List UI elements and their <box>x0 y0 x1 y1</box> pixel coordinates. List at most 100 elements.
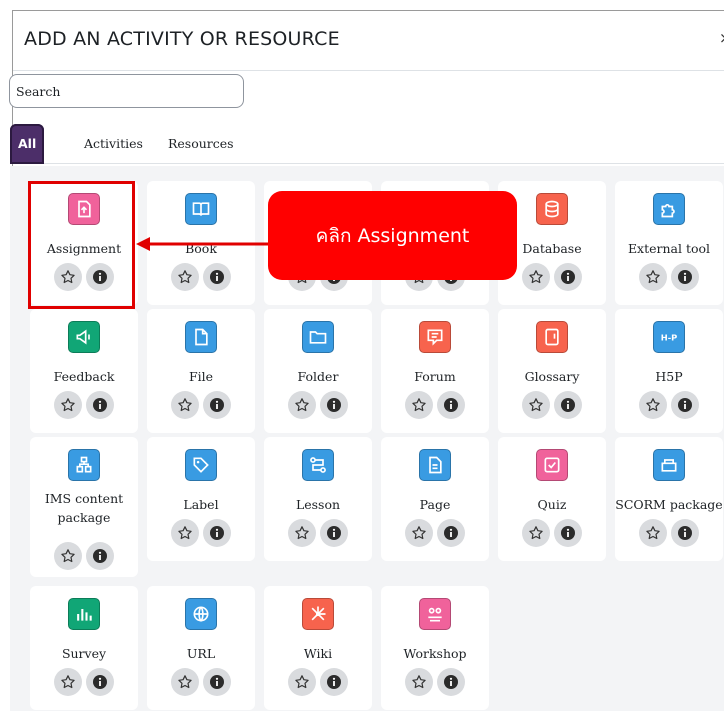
activity-tile-ims-content-package[interactable]: IMS content package <box>30 437 138 577</box>
info-icon[interactable] <box>86 391 114 419</box>
activity-tile-label: Label <box>183 497 219 512</box>
star-icon[interactable] <box>405 668 433 696</box>
star-icon[interactable] <box>171 391 199 419</box>
activity-tile-label[interactable]: Label <box>147 437 255 561</box>
folder-icon <box>302 321 334 353</box>
tile-actions <box>54 668 116 696</box>
activity-tile-external-tool[interactable]: External tool <box>615 181 723 305</box>
star-icon[interactable] <box>405 391 433 419</box>
star-icon[interactable] <box>405 519 433 547</box>
activity-tile-folder[interactable]: Folder <box>264 309 372 433</box>
star-icon[interactable] <box>171 519 199 547</box>
info-icon[interactable] <box>671 263 699 291</box>
info-icon[interactable] <box>203 263 231 291</box>
star-icon[interactable] <box>171 668 199 696</box>
info-icon[interactable] <box>203 519 231 547</box>
activity-tile-label: Quiz <box>537 497 567 512</box>
activity-tile-forum[interactable]: Forum <box>381 309 489 433</box>
activity-tile-quiz[interactable]: Quiz <box>498 437 606 561</box>
info-icon[interactable] <box>554 391 582 419</box>
tile-actions <box>171 263 233 291</box>
tile-actions <box>639 519 701 547</box>
star-icon[interactable] <box>54 668 82 696</box>
page-icon <box>419 449 451 481</box>
star-icon[interactable] <box>639 519 667 547</box>
star-icon[interactable] <box>171 263 199 291</box>
info-icon[interactable] <box>320 519 348 547</box>
activity-tile-label: Lesson <box>295 497 341 512</box>
info-icon[interactable] <box>86 668 114 696</box>
activity-tile-label: External tool <box>627 241 711 256</box>
tile-actions <box>522 263 584 291</box>
star-icon[interactable] <box>288 668 316 696</box>
star-icon[interactable] <box>639 391 667 419</box>
activity-tile-label: Page <box>419 497 451 512</box>
tile-actions <box>639 391 701 419</box>
activity-tile-scorm-package[interactable]: SCORM package <box>615 437 723 561</box>
package-icon <box>68 449 100 481</box>
activity-tile-url[interactable]: URL <box>147 586 255 710</box>
star-icon[interactable] <box>522 519 550 547</box>
star-icon[interactable] <box>522 391 550 419</box>
globe-icon <box>185 598 217 630</box>
activity-tile-file[interactable]: File <box>147 309 255 433</box>
activity-tile-lesson[interactable]: Lesson <box>264 437 372 561</box>
info-icon[interactable] <box>320 668 348 696</box>
info-icon[interactable] <box>320 391 348 419</box>
tile-actions <box>639 263 701 291</box>
assignment-highlight-box <box>28 181 135 309</box>
survey-icon <box>68 598 100 630</box>
activity-tile-feedback[interactable]: Feedback <box>30 309 138 433</box>
tile-actions <box>288 668 350 696</box>
activity-tile-glossary[interactable]: Glossary <box>498 309 606 433</box>
star-icon[interactable] <box>639 263 667 291</box>
tile-actions <box>54 391 116 419</box>
callout-annotation: คลิก Assignment <box>268 191 517 280</box>
puzzle-icon <box>653 193 685 225</box>
search-input[interactable] <box>9 74 244 108</box>
activity-tile-label: Folder <box>297 369 339 384</box>
h5p-icon: H-P <box>653 321 685 353</box>
activity-tile-label: Forum <box>414 369 456 384</box>
info-icon[interactable] <box>554 263 582 291</box>
activity-tile-label: File <box>188 369 214 384</box>
info-icon[interactable] <box>86 542 114 570</box>
activity-tile-survey[interactable]: Survey <box>30 586 138 710</box>
star-icon[interactable] <box>288 519 316 547</box>
megaphone-icon <box>68 321 100 353</box>
star-icon[interactable] <box>54 542 82 570</box>
tab-all[interactable]: All <box>10 124 45 164</box>
tile-actions <box>171 519 233 547</box>
activity-tile-wiki[interactable]: Wiki <box>264 586 372 710</box>
info-icon[interactable] <box>437 519 465 547</box>
database-icon <box>536 193 568 225</box>
activity-tile-label: Feedback <box>53 369 115 384</box>
info-icon[interactable] <box>203 391 231 419</box>
tile-actions <box>522 519 584 547</box>
star-icon[interactable] <box>54 391 82 419</box>
activity-tile-label: IMS content package <box>44 491 124 525</box>
activity-tile-workshop[interactable]: Workshop <box>381 586 489 710</box>
info-icon[interactable] <box>671 519 699 547</box>
close-icon[interactable]: × <box>719 29 724 47</box>
workshop-icon <box>419 598 451 630</box>
quiz-icon <box>536 449 568 481</box>
activity-tile-label: H5P <box>655 369 683 384</box>
forum-icon <box>419 321 451 353</box>
tile-actions <box>171 391 233 419</box>
info-icon[interactable] <box>203 668 231 696</box>
tab-resources[interactable]: Resources <box>160 124 242 164</box>
star-icon[interactable] <box>522 263 550 291</box>
file-icon <box>185 321 217 353</box>
info-icon[interactable] <box>671 391 699 419</box>
tab-bar: All Activities Resources <box>10 124 724 164</box>
info-icon[interactable] <box>437 391 465 419</box>
star-icon[interactable] <box>288 391 316 419</box>
tile-actions <box>405 391 467 419</box>
activity-tile-h5p[interactable]: H-P H5P <box>615 309 723 433</box>
tab-activities[interactable]: Activities <box>76 124 151 164</box>
activity-tile-label: Survey <box>61 646 107 661</box>
info-icon[interactable] <box>554 519 582 547</box>
activity-tile-page[interactable]: Page <box>381 437 489 561</box>
info-icon[interactable] <box>437 668 465 696</box>
